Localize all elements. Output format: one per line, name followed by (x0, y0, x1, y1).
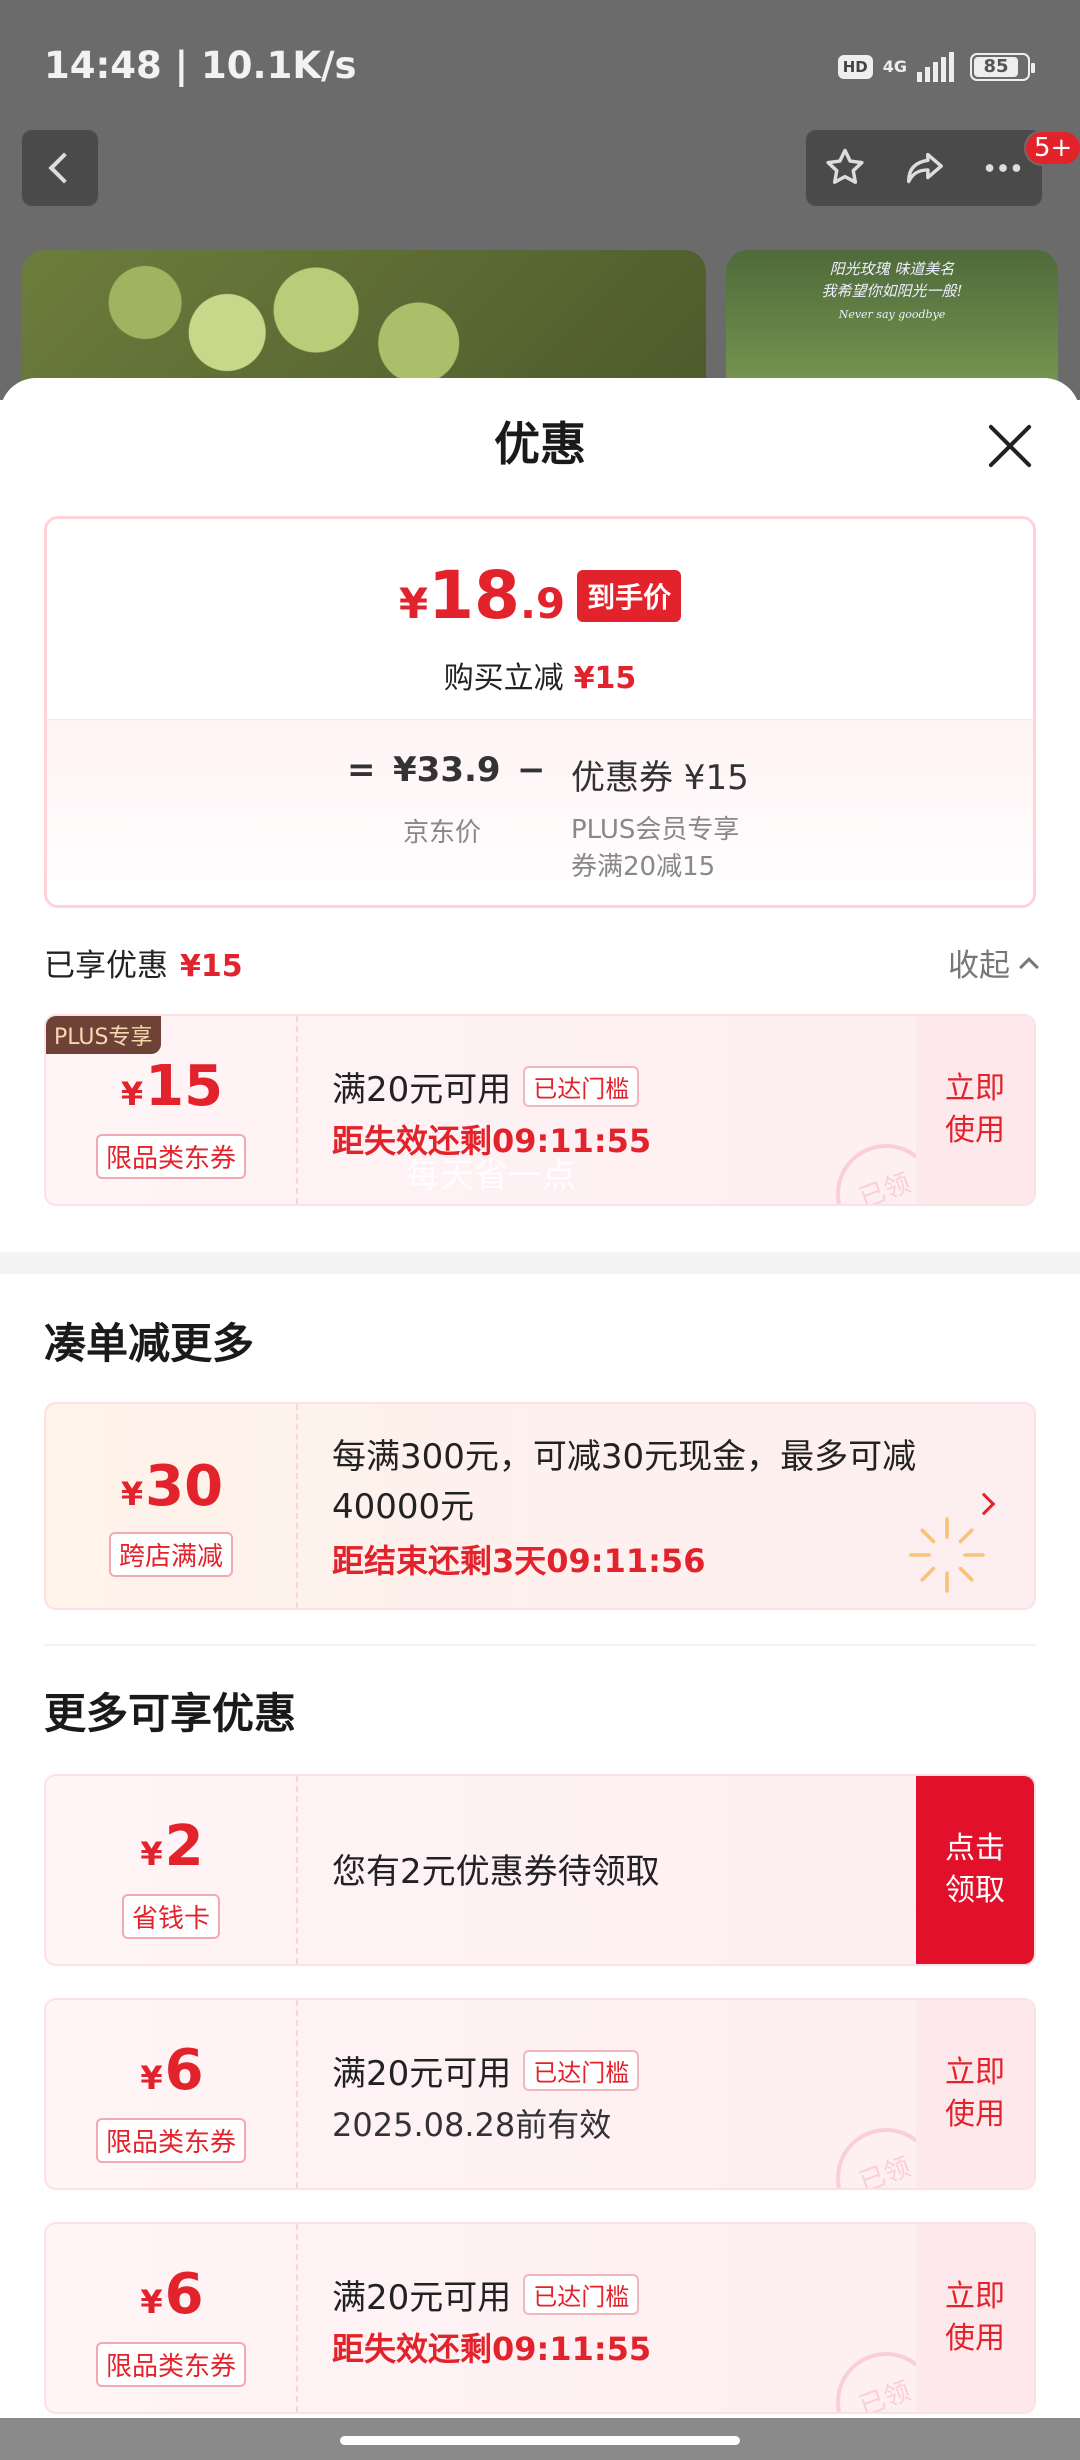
savings-card-coupon: ¥2 省钱卡 您有2元优惠券待领取 点击 领取 (44, 1774, 1036, 1966)
firework-icon (909, 1517, 985, 1593)
status-icons: HD 4G 85 (837, 52, 1035, 82)
coupon-amount: ¥6 (140, 2262, 204, 2327)
use-now-button[interactable]: 立即 使用 (916, 2224, 1034, 2412)
coupon-validity: 2025.08.28前有效 (332, 2106, 612, 2144)
jd-price: ¥33.9 (393, 750, 501, 790)
more-icon[interactable] (980, 145, 1026, 191)
plus-coupon-label: PLUS会员专享 券满20减15 (571, 815, 740, 882)
battery-icon: 85 (970, 53, 1035, 81)
promo-countdown: 距结束还剩3天09:11:56 (332, 1542, 706, 1580)
use-now-button[interactable]: 立即 使用 (916, 1016, 1034, 1204)
sheet-title: 优惠 (494, 417, 586, 471)
hd-icon: HD (837, 55, 873, 79)
close-icon[interactable] (985, 421, 1035, 471)
coupon-type: 限品类东券 (95, 2118, 247, 2163)
signal-icon (917, 52, 954, 82)
price-breakdown-card: ¥18.9 到手价 购买立减 ¥15 = ¥33.9 − 优惠券 ¥15 京东价 … (44, 516, 1036, 908)
coupon-amount: ¥15 (120, 1054, 224, 1119)
threshold-badge: 已达门槛 (523, 2274, 640, 2315)
section-divider (0, 1252, 1080, 1274)
network-type: 4G (882, 57, 907, 76)
instant-reduction: 购买立减 ¥15 (443, 661, 637, 696)
final-price: ¥18.9 到手价 (47, 557, 1033, 634)
equals-sign: = (347, 750, 376, 790)
watermark-text: 每天省一点 (406, 1156, 576, 1196)
threshold-badge: 已达门槛 (523, 1066, 640, 1107)
coupon-card: ¥6 限品类东券 满20元可用 已达门槛 距失效还剩09:11:55 已领 立即使… (44, 2222, 1036, 2414)
battery-level: 85 (974, 57, 1018, 77)
home-indicator[interactable] (340, 2436, 740, 2445)
coupon-countdown: 距失效还剩09:11:55 (332, 2330, 652, 2368)
promo-amount: ¥30 (120, 1454, 224, 1519)
minus-sign: − (517, 750, 546, 790)
plus-exclusive-tag: PLUS专享 (46, 1016, 161, 1054)
coupon-amount: ¥2 (140, 1814, 204, 1879)
enjoyed-discount: 已享优惠 ¥15 (44, 948, 243, 984)
price-formula: = ¥33.9 − 优惠券 ¥15 京东价 PLUS会员专享 券满20减15 (47, 719, 1033, 905)
photo-caption-3: Never say goodbye (838, 308, 946, 321)
message-count-badge: 5+ (1024, 130, 1080, 166)
promo-description: 每满300元，可减30元现金，最多可减40000元 (332, 1437, 917, 1527)
coupon-title: 您有2元优惠券待领取 (332, 1852, 660, 1892)
divider-line (44, 1644, 1036, 1646)
threshold-badge: 已达门槛 (523, 2050, 640, 2091)
chevron-up-icon (1019, 956, 1039, 977)
coupon-type: 限品类东券 (95, 1134, 247, 1179)
section-title-more-offers: 更多可享优惠 (44, 1689, 297, 1738)
status-bar: 14:48 | 10.1K/s HD 4G 85 (0, 0, 1080, 130)
share-icon[interactable] (901, 145, 947, 191)
discount-sheet: 优惠 ¥18.9 到手价 购买立减 ¥15 = ¥33.9 − 优惠券 ¥15 京… (0, 378, 1080, 2460)
final-price-tag: 到手价 (577, 569, 682, 622)
section-title-more-order: 凑单减更多 (44, 1319, 255, 1368)
collapse-button[interactable]: 收起 (948, 940, 1039, 985)
status-time: 14:48 | 10.1K/s (44, 44, 357, 87)
coupon-type: 省钱卡 (121, 1894, 221, 1939)
coupon-title: 满20元可用 已达门槛 (332, 1062, 640, 1111)
promo-type: 跨店满减 (108, 1532, 234, 1577)
back-button[interactable] (22, 130, 98, 206)
coupon-amount: 优惠券 ¥15 (571, 758, 749, 798)
star-icon[interactable] (822, 145, 868, 191)
coupon-amount: ¥6 (140, 2038, 204, 2103)
top-actions (806, 130, 1042, 206)
claim-button[interactable]: 点击 领取 (916, 1776, 1034, 1964)
use-now-button[interactable]: 立即 使用 (916, 2000, 1034, 2188)
coupon-card: ¥6 限品类东券 满20元可用 已达门槛 2025.08.28前有效 已领 立即使… (44, 1998, 1036, 2190)
cross-store-promo-card[interactable]: ¥30 跨店满减 每满300元，可减30元现金，最多可减40000元 距结束还剩… (44, 1402, 1036, 1610)
coupon-title: 满20元可用 已达门槛 (332, 2270, 640, 2319)
photo-caption-1: 阳光玫瑰 味道美名 (829, 260, 955, 278)
coupon-title: 满20元可用 已达门槛 (332, 2046, 640, 2095)
jd-price-label: 京东价 (403, 818, 482, 848)
photo-caption-2: 我希望你如阳光一般! (821, 282, 963, 300)
coupon-type: 限品类东券 (95, 2342, 247, 2387)
